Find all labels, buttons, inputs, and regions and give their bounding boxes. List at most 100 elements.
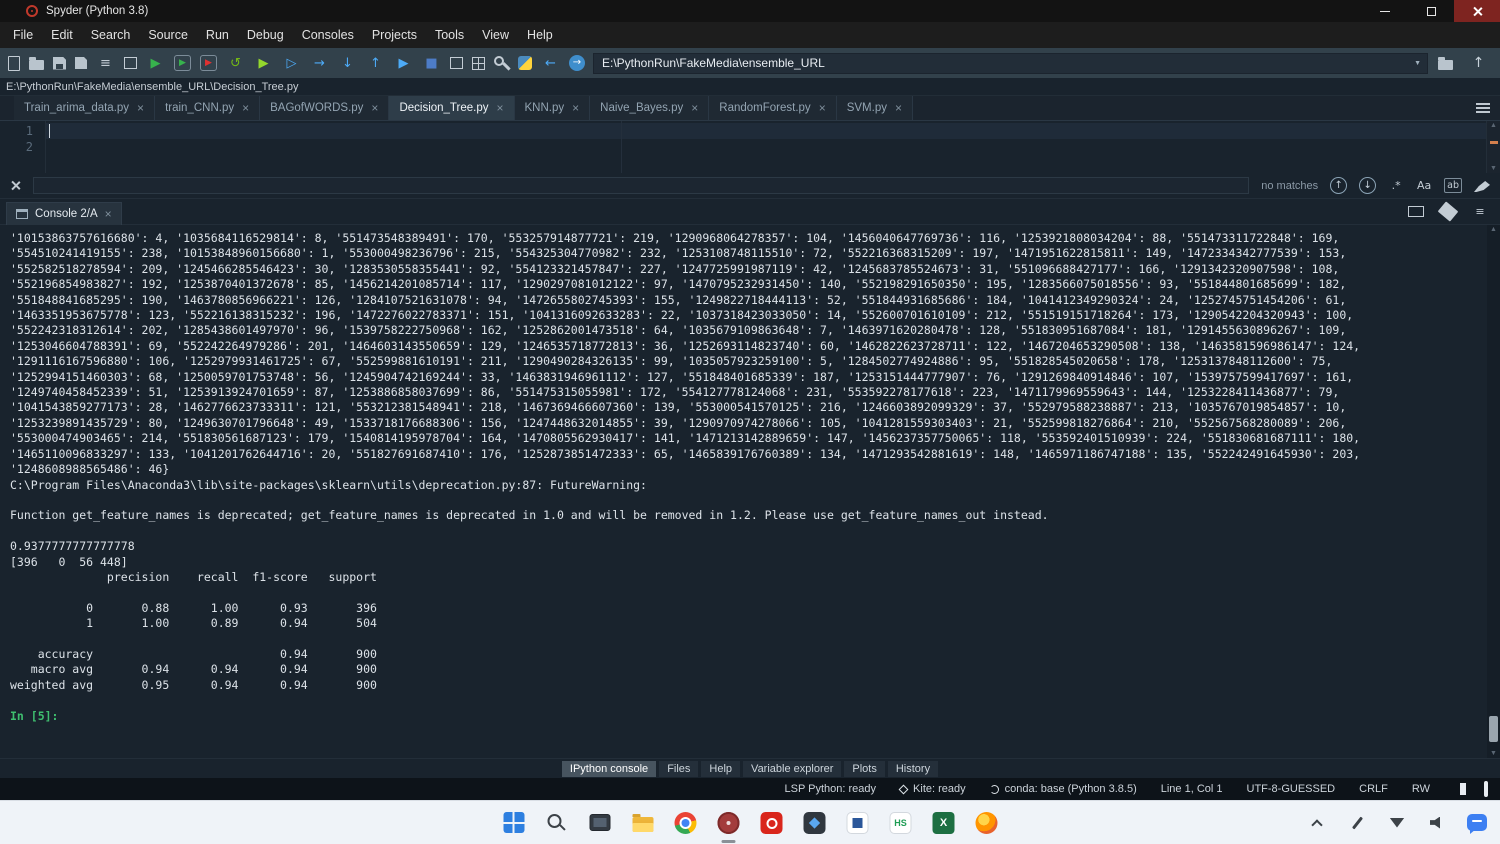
editor-tab-train_cnn[interactable]: train_CNN.py <box>155 96 260 120</box>
console-scrollbar-thumb[interactable] <box>1489 716 1498 742</box>
console-prompt[interactable]: In [5]: <box>0 709 1500 724</box>
menu-search[interactable]: Search <box>82 24 140 46</box>
tab-close-icon[interactable] <box>895 102 902 114</box>
parent-directory-button[interactable]: ↑ <box>1469 54 1488 73</box>
hidden-icons-chevron[interactable] <box>1304 810 1330 836</box>
editor-tab-knn[interactable]: KNN.py <box>515 96 591 120</box>
maximize-button[interactable] <box>1408 0 1454 22</box>
editor-tab-naive_bayes[interactable]: Naive_Bayes.py <box>590 96 709 120</box>
close-button[interactable] <box>1454 0 1500 22</box>
step-into-icon[interactable]: ↓ <box>338 54 357 73</box>
case-sensitive-icon[interactable]: Aa <box>1416 179 1432 192</box>
run-cell-advance-icon[interactable]: ▶ <box>200 55 217 71</box>
pane-tab-history[interactable]: History <box>888 761 938 777</box>
menu-source[interactable]: Source <box>139 24 197 46</box>
new-file-icon[interactable] <box>8 56 20 71</box>
network-icon[interactable] <box>1384 810 1410 836</box>
volume-icon[interactable] <box>1424 810 1450 836</box>
tab-close-icon[interactable] <box>572 102 579 114</box>
console-tab[interactable]: Console 2/A <box>6 202 122 225</box>
menu-debug[interactable]: Debug <box>238 24 293 46</box>
maximize-console-icon[interactable] <box>1408 206 1424 217</box>
firefox-button[interactable] <box>974 810 1000 836</box>
browse-directory-button[interactable] <box>1436 54 1455 73</box>
menu-consoles[interactable]: Consoles <box>293 24 363 46</box>
console-close-icon[interactable] <box>105 208 112 220</box>
editor-tab-train_arima_data[interactable]: Train_arima_data.py <box>14 96 155 120</box>
menu-tools[interactable]: Tools <box>426 24 473 46</box>
tab-close-icon[interactable] <box>497 102 504 114</box>
acrobat-button[interactable] <box>759 810 785 836</box>
options-menu-icon[interactable]: ≡ <box>1472 205 1488 218</box>
edit-icon[interactable] <box>1438 201 1459 221</box>
spyder-button[interactable] <box>716 810 742 836</box>
run-selection-icon[interactable]: ▶ <box>254 54 273 73</box>
pane-tab-variable-explorer[interactable]: Variable explorer <box>743 761 841 777</box>
stop-debug-icon[interactable]: ■ <box>422 54 441 73</box>
menu-view[interactable]: View <box>473 24 518 46</box>
chrome-button[interactable] <box>673 810 699 836</box>
find-previous-icon[interactable]: ↑ <box>1330 177 1347 194</box>
find-next-icon[interactable]: ↓ <box>1359 177 1376 194</box>
step-out-icon[interactable]: ↑ <box>366 54 385 73</box>
code-editor[interactable]: 12 <box>0 121 1500 173</box>
tab-close-icon[interactable] <box>691 102 698 114</box>
ipython-console[interactable]: '10153863757616680': 4, '103568411652981… <box>0 225 1500 758</box>
photos-button[interactable] <box>802 810 828 836</box>
menu-help[interactable]: Help <box>518 24 562 46</box>
highlight-matches-icon[interactable] <box>1474 179 1490 192</box>
file-switcher-icon[interactable]: ≡ <box>96 54 115 73</box>
chat-icon[interactable] <box>1464 810 1490 836</box>
working-directory-combobox[interactable]: E:\PythonRun\FakeMedia\ensemble_URL <box>593 53 1428 74</box>
search-input[interactable] <box>33 177 1249 194</box>
pane-tab-help[interactable]: Help <box>701 761 740 777</box>
forward-icon[interactable]: → <box>569 55 585 71</box>
editor-tab-randomforest[interactable]: RandomForest.py <box>709 96 836 120</box>
hs-app-button[interactable]: HS <box>888 810 914 836</box>
code-area[interactable] <box>46 121 1486 173</box>
maximize-pane-icon[interactable] <box>450 57 463 69</box>
pen-icon[interactable] <box>1344 810 1370 836</box>
pythonpath-icon[interactable] <box>518 56 532 70</box>
fullscreen-icon[interactable] <box>124 57 137 69</box>
start-button[interactable] <box>501 810 527 836</box>
pane-tab-files[interactable]: Files <box>659 761 698 777</box>
run-cell-icon[interactable]: ▶ <box>174 55 191 71</box>
menu-edit[interactable]: Edit <box>42 24 82 46</box>
excel-button[interactable]: X <box>931 810 957 836</box>
save-all-icon[interactable] <box>75 57 87 69</box>
display-icon[interactable] <box>1484 783 1488 795</box>
word-button[interactable] <box>845 810 871 836</box>
editor-tab-bagofwords[interactable]: BAGofWORDS.py <box>260 96 389 120</box>
task-view-button[interactable] <box>587 810 613 836</box>
file-explorer-button[interactable] <box>630 810 656 836</box>
console-scrollbar[interactable] <box>1487 225 1500 758</box>
step-over-icon[interactable]: → <box>310 54 329 73</box>
pane-tab-plots[interactable]: Plots <box>844 761 884 777</box>
panes-layout-icon[interactable] <box>472 57 485 70</box>
close-find-icon[interactable] <box>10 180 21 191</box>
rerun-cell-icon[interactable]: ↺ <box>226 54 245 73</box>
tab-close-icon[interactable] <box>371 102 378 114</box>
regex-icon[interactable]: .* <box>1388 179 1404 192</box>
whole-words-icon[interactable]: ab <box>1444 178 1462 193</box>
continue-icon[interactable]: ▶ <box>394 54 413 73</box>
tab-options-icon[interactable] <box>1476 103 1490 113</box>
save-icon[interactable] <box>53 57 66 70</box>
run-file-icon[interactable]: ▶ <box>146 54 165 73</box>
editor-tab-decision_tree[interactable]: Decision_Tree.py <box>389 96 514 120</box>
menu-file[interactable]: File <box>4 24 42 46</box>
pane-tab-ipython-console[interactable]: IPython console <box>562 761 656 777</box>
editor-tab-svm[interactable]: SVM.py <box>837 96 913 120</box>
tab-close-icon[interactable] <box>137 102 144 114</box>
menu-projects[interactable]: Projects <box>363 24 426 46</box>
tab-close-icon[interactable] <box>242 102 249 114</box>
tab-close-icon[interactable] <box>819 102 826 114</box>
preferences-icon[interactable] <box>494 56 509 71</box>
back-icon[interactable]: ← <box>541 54 560 73</box>
debug-file-icon[interactable]: ▷ <box>282 54 301 73</box>
menu-run[interactable]: Run <box>197 24 238 46</box>
search-button[interactable] <box>544 810 570 836</box>
minimize-button[interactable] <box>1362 0 1408 22</box>
editor-scrollbar[interactable] <box>1486 121 1500 173</box>
